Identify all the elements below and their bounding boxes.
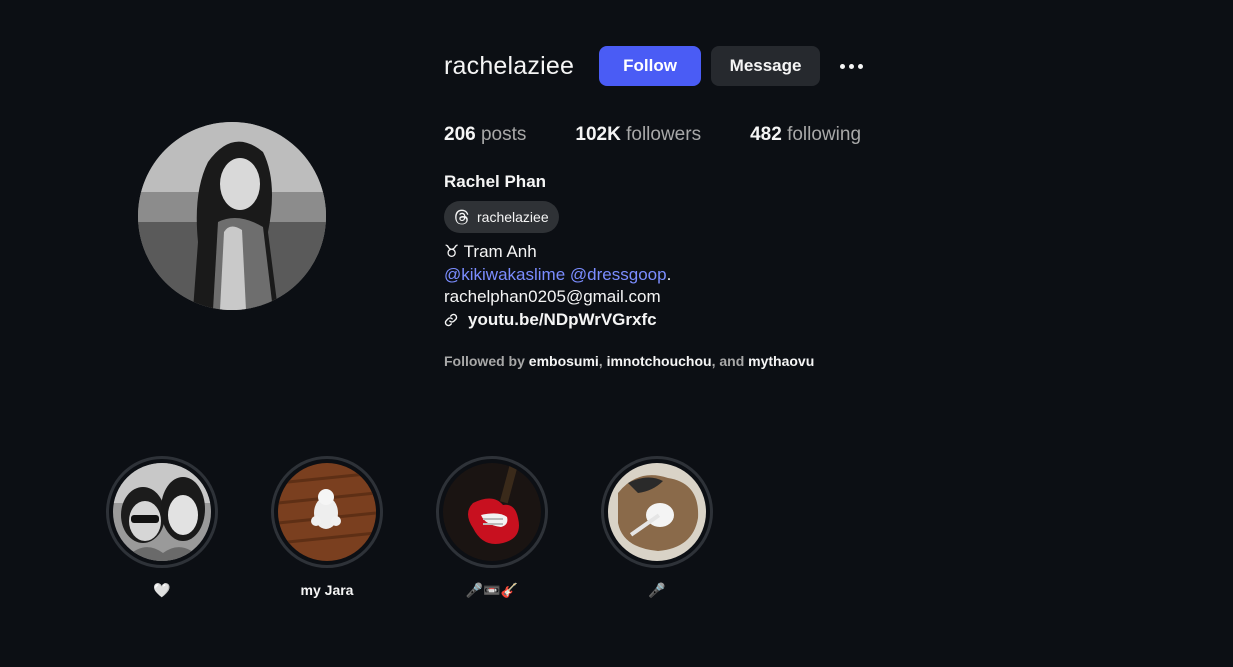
profile-header: rachelaziee Follow Message bbox=[444, 46, 867, 86]
more-options-icon[interactable] bbox=[836, 56, 867, 77]
profile-stats: 206 posts 102K followers 482 following bbox=[444, 124, 910, 146]
bio-link-row: youtu.be/NDpWrVGrxfc bbox=[444, 309, 671, 332]
posts-count: 206 bbox=[444, 124, 476, 145]
follow-button[interactable]: Follow bbox=[599, 46, 702, 86]
highlight-label: 🤍 bbox=[153, 582, 171, 598]
posts-stat[interactable]: 206 posts bbox=[444, 124, 526, 146]
profile-avatar[interactable] bbox=[138, 122, 326, 310]
highlight-cover bbox=[278, 463, 376, 561]
following-label: following bbox=[787, 124, 862, 145]
bio-email: rachelphan0205@gmail.com bbox=[444, 287, 661, 306]
highlight-cover bbox=[443, 463, 541, 561]
followers-stat[interactable]: 102K followers bbox=[575, 124, 701, 146]
highlight-ring bbox=[436, 456, 548, 568]
highlight-ring bbox=[271, 456, 383, 568]
highlight-label: 🎤📼🎸 bbox=[465, 582, 519, 598]
link-icon bbox=[444, 313, 458, 326]
following-count: 482 bbox=[750, 124, 782, 145]
threads-badge[interactable]: rachelaziee bbox=[444, 201, 559, 233]
mention-dressgoop[interactable]: @dressgoop bbox=[570, 264, 667, 287]
highlight-label: 🎤 bbox=[648, 582, 666, 598]
followers-label: followers bbox=[626, 124, 702, 145]
highlight-item[interactable]: 🎤 bbox=[601, 456, 713, 600]
story-highlights: 🤍 my Jara 🎤📼🎸 🎤 bbox=[106, 456, 766, 600]
highlight-label: my Jara bbox=[300, 582, 354, 598]
followed-by-prefix: Followed by bbox=[444, 353, 525, 369]
highlight-ring bbox=[106, 456, 218, 568]
highlight-cover bbox=[113, 463, 211, 561]
follower-embosumi[interactable]: embosumi bbox=[529, 353, 599, 369]
followers-count: 102K bbox=[575, 124, 621, 145]
bio-line-name: ♉ Tram Anh bbox=[444, 242, 537, 261]
posts-label: posts bbox=[480, 124, 527, 145]
highlight-ring bbox=[601, 456, 713, 568]
bio-line-mentions: @kikiwakaslime @dressgoop. bbox=[444, 264, 671, 287]
threads-handle: rachelaziee bbox=[477, 209, 549, 225]
followed-by-conj: , and bbox=[711, 353, 745, 369]
followed-by[interactable]: Followed by embosumi, imnotchouchou, and… bbox=[444, 353, 814, 369]
external-link[interactable]: youtu.be/NDpWrVGrxfc bbox=[468, 309, 657, 332]
username: rachelaziee bbox=[444, 51, 575, 80]
highlight-item[interactable]: 🤍 bbox=[106, 456, 218, 600]
follower-mythaovu[interactable]: mythaovu bbox=[748, 353, 814, 369]
mention-suffix: . bbox=[666, 264, 672, 284]
highlight-item[interactable]: 🎤📼🎸 bbox=[436, 456, 548, 600]
message-button[interactable]: Message bbox=[711, 46, 821, 86]
following-stat[interactable]: 482 following bbox=[750, 124, 861, 146]
highlight-item[interactable]: my Jara bbox=[271, 456, 383, 600]
highlight-cover bbox=[608, 463, 706, 561]
full-name: Rachel Phan bbox=[444, 172, 547, 191]
bio: ♉ Tram Anh @kikiwakaslime @dressgoop. ra… bbox=[444, 241, 671, 331]
profile-photo bbox=[138, 122, 326, 310]
follower-imnotchouchou[interactable]: imnotchouchou bbox=[607, 353, 712, 369]
threads-icon bbox=[455, 209, 469, 225]
mention-kikiwakaslime[interactable]: @kikiwakaslime bbox=[444, 264, 565, 287]
